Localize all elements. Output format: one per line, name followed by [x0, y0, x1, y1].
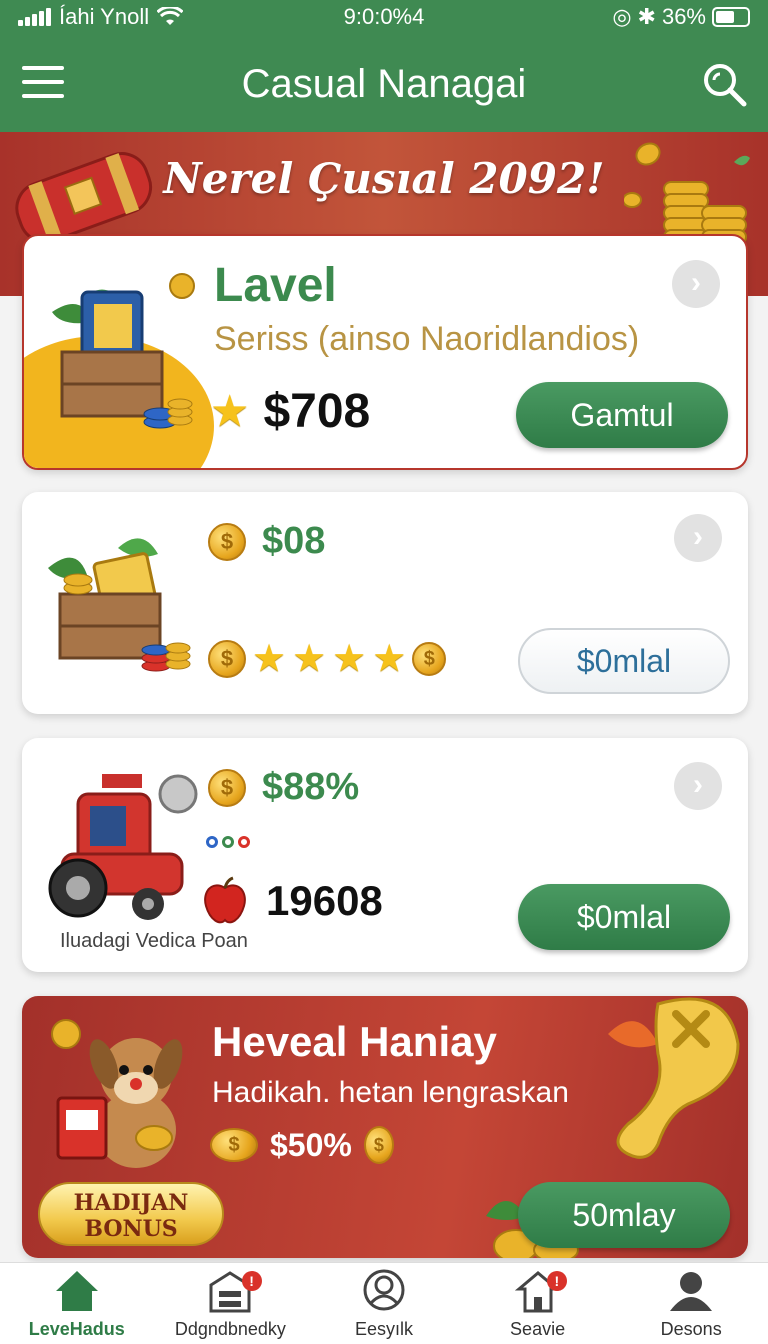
dot-icon: [222, 836, 234, 848]
page-title: Casual Nanagai: [241, 62, 527, 106]
nav-item-account[interactable]: Desons: [614, 1263, 768, 1344]
battery-icon: [712, 7, 750, 27]
nav-label: Ddgndbnedky: [174, 1319, 286, 1339]
coin-icon: $: [412, 641, 447, 676]
star-icon: ★: [210, 387, 250, 436]
battery-percent: 36%: [661, 4, 706, 29]
notification-badge-icon: !: [241, 1271, 262, 1291]
alarm-icon: ◎: [612, 4, 632, 29]
gift-crate-icon: [52, 273, 195, 429]
offer-card-tractor[interactable]: Iluadagi Vedica Poan $ $88% 19608 › $0ml…: [22, 738, 748, 972]
star-icon: ★: [332, 638, 367, 680]
nav-label: Desons: [660, 1319, 722, 1339]
star-icon: ★: [372, 638, 407, 680]
dot-icon: [238, 836, 250, 848]
card-action-button[interactable]: 50mlay: [518, 1182, 730, 1248]
bottom-nav: LeveHadus ! Ddgndbnedky Eesyılk ! Seavie…: [0, 1262, 768, 1344]
card-title: Lavel: [214, 259, 337, 312]
bonus-badge-line1: HADIJAN: [73, 1190, 189, 1216]
profile-ring-icon: [363, 1269, 405, 1311]
card-price: $88%: [262, 766, 360, 808]
card-action-button[interactable]: Gamtul: [516, 382, 728, 448]
coin-icon: $: [208, 522, 246, 561]
card-subtitle: Seriss (ainso Naoridlandios): [214, 320, 640, 358]
card-stars-row: $ ★ ★ ★ ★ $: [208, 636, 447, 681]
nav-item-home[interactable]: LeveHadus: [0, 1263, 154, 1344]
star-icon: ★: [252, 638, 287, 680]
tractor-icon: [48, 774, 198, 920]
card-price-row: $ $08: [208, 520, 325, 563]
card-chevron-icon[interactable]: ›: [672, 260, 720, 308]
card-chevron-icon[interactable]: ›: [674, 762, 722, 810]
card-action-button[interactable]: $0mlal: [518, 884, 730, 950]
search-icon[interactable]: [700, 60, 748, 108]
status-bar: Íahi Ynoll 9:0:0%4 ◎ ✱ 36%: [0, 0, 768, 36]
offer-card-bonus[interactable]: Heveal Haniay Hadikah. hetan lengraskan …: [22, 996, 748, 1258]
card-value: 19608: [266, 877, 383, 924]
status-right: ◎ ✱ 36%: [612, 4, 750, 30]
card-rating: ★ $708: [210, 384, 370, 439]
nav-label: Eesyılk: [354, 1319, 413, 1339]
nav-label: LeveHadus: [28, 1319, 125, 1339]
card-subtitle: Hadikah. hetan lengraskan: [212, 1076, 569, 1109]
card-caption: Iluadagi Vedica Poan: [60, 930, 248, 952]
star-icon: ★: [292, 638, 327, 680]
coin-icon: $: [363, 1126, 394, 1164]
color-dots: [206, 836, 250, 848]
notification-badge-icon: !: [546, 1271, 567, 1291]
apple-icon: [204, 876, 246, 924]
coin-icon: $: [210, 1128, 258, 1162]
bluetooth-icon: ✱: [637, 4, 656, 29]
nav-item-store[interactable]: ! Ddgndbnedky: [154, 1263, 308, 1344]
offer-card-level[interactable]: Lavel Seriss (ainso Naoridlandios) ★ $70…: [22, 234, 748, 470]
dog-mascot-icon: [51, 1019, 183, 1168]
user-icon: [670, 1272, 713, 1311]
nav-item-profile[interactable]: Eesyılk: [307, 1263, 461, 1344]
nav-item-service[interactable]: ! Seavie: [461, 1263, 615, 1344]
card-title: Heveal Haniay: [212, 1018, 497, 1065]
card-price-row: $ $88%: [208, 766, 359, 809]
card-price: $708: [263, 385, 371, 438]
card-chevron-icon[interactable]: ›: [674, 514, 722, 562]
golden-horn-icon: [608, 997, 740, 1159]
offer-card-coins[interactable]: $ $08 $ ★ ★ ★ ★ $ › $0mlal: [22, 492, 748, 714]
card-value-row: 19608: [202, 876, 383, 926]
bonus-badge-line2: BONUS: [84, 1216, 178, 1242]
coin-icon: $: [208, 768, 246, 807]
bonus-badge[interactable]: HADIJAN BONUS: [38, 1182, 224, 1246]
card-price-row: $ $50% $: [210, 1126, 394, 1164]
dot-icon: [206, 836, 218, 848]
app-header: Casual Nanagai: [0, 36, 768, 132]
nav-label: Seavie: [510, 1319, 566, 1339]
home-icon: [55, 1271, 98, 1311]
coin-icon: $: [208, 639, 246, 678]
card-price: $50%: [270, 1126, 352, 1163]
card-action-button[interactable]: $0mlal: [518, 628, 730, 694]
coin-crate-icon: [48, 538, 191, 672]
card-price: $08: [262, 520, 326, 562]
